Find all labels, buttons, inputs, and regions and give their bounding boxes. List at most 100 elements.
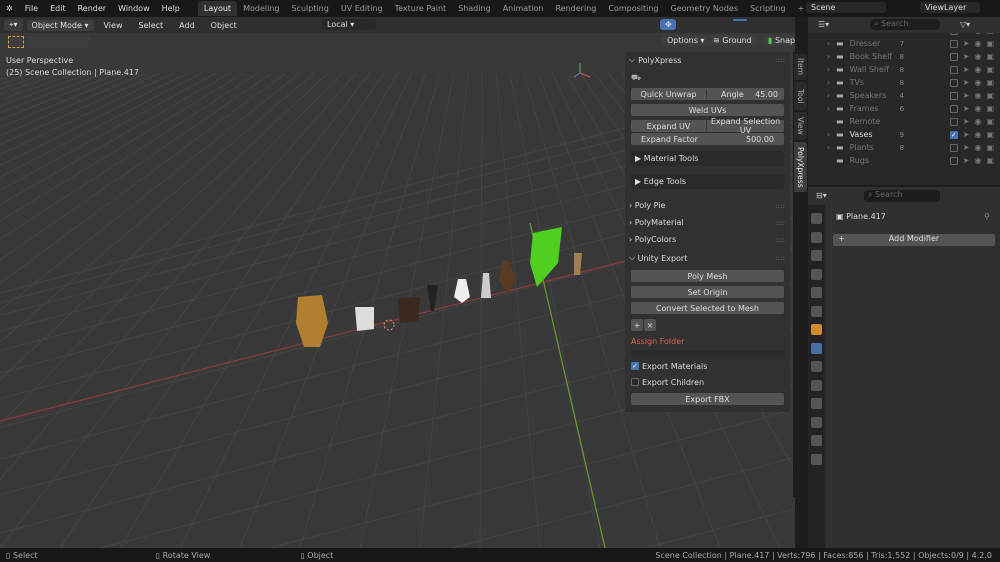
select-toggle-icon[interactable]: ➤: [963, 65, 970, 74]
exclude-checkbox[interactable]: [949, 52, 958, 61]
outliner-row[interactable]: › ▬ Plants 8 ➤ ◉ ▣: [808, 141, 1000, 154]
select-toggle-icon[interactable]: ➤: [963, 117, 970, 126]
exclude-checkbox[interactable]: [949, 78, 958, 87]
polyxpress-header[interactable]: ⌵ PolyXpress::::: [629, 55, 785, 65]
render-tab-icon[interactable]: [811, 231, 822, 243]
outliner-row[interactable]: › ▬ Frames 6 ➤ ◉ ▣: [808, 102, 1000, 115]
select-toggle-icon[interactable]: ➤: [963, 156, 970, 165]
modifier-tab-icon[interactable]: [811, 342, 822, 354]
remove-icon[interactable]: ×: [644, 319, 656, 331]
output-tab-icon[interactable]: [811, 250, 822, 261]
eye-icon[interactable]: ◉: [974, 91, 981, 100]
mode-dropdown[interactable]: Object Mode ▾: [26, 19, 94, 31]
menu-help[interactable]: Help: [156, 4, 186, 13]
add-modifier-button[interactable]: + Add Modifier: [833, 234, 995, 246]
select-toggle-icon[interactable]: ➤: [963, 143, 970, 152]
exclude-checkbox[interactable]: [949, 39, 958, 48]
exclude-checkbox[interactable]: [949, 156, 958, 165]
properties-search-input[interactable]: ⌕ Search: [864, 190, 940, 202]
tab-tool[interactable]: Tool: [794, 82, 807, 110]
world-tab-icon[interactable]: [811, 305, 822, 317]
pin-icon[interactable]: ⚲: [984, 212, 990, 221]
expand-arrow-icon[interactable]: ›: [808, 130, 830, 139]
axis-gizmo[interactable]: [573, 63, 591, 78]
camera-icon[interactable]: ▣: [986, 52, 994, 61]
eye-icon[interactable]: ◉: [974, 130, 981, 139]
select-toggle-icon[interactable]: ➤: [963, 52, 970, 61]
eye-icon[interactable]: ◉: [974, 117, 981, 126]
outliner-row[interactable]: › ▬ Dresser 7 ➤ ◉ ▣: [808, 37, 1000, 50]
tab-uv-editing[interactable]: UV Editing: [335, 1, 389, 16]
eye-icon[interactable]: ◉: [974, 65, 981, 74]
filter-icon[interactable]: ▽▾: [960, 20, 970, 29]
data-tab-icon[interactable]: [811, 416, 822, 428]
tab-modeling[interactable]: Modeling: [237, 1, 285, 16]
menu-view[interactable]: View: [98, 21, 129, 30]
expand-arrow-icon[interactable]: ›: [808, 143, 830, 152]
exclude-checkbox[interactable]: ✓: [949, 130, 958, 139]
exclude-checkbox[interactable]: [949, 104, 958, 113]
weld-uvs-button[interactable]: Weld UVs: [631, 104, 784, 116]
outliner-search-input[interactable]: ⌕ Search: [870, 19, 940, 30]
expand-arrow-icon[interactable]: ›: [808, 78, 830, 87]
camera-icon[interactable]: ▣: [986, 78, 994, 87]
ground-button[interactable]: ≋ Ground: [708, 35, 757, 46]
select-toggle-icon[interactable]: ➤: [963, 78, 970, 87]
export-materials-checkbox[interactable]: ✓ Export Materials: [631, 362, 707, 371]
menu-edit[interactable]: Edit: [44, 4, 72, 13]
add-icon[interactable]: +: [631, 319, 643, 331]
exclude-checkbox[interactable]: [949, 143, 958, 152]
material-tools-subpanel[interactable]: ▶ Material Tools: [631, 151, 784, 166]
tab-rendering[interactable]: Rendering: [549, 1, 602, 16]
expand-factor-field[interactable]: Expand Factor 500.00: [631, 133, 784, 145]
eye-icon[interactable]: ◉: [974, 156, 981, 165]
select-toggle-icon[interactable]: ➤: [963, 91, 970, 100]
exclude-checkbox[interactable]: [949, 65, 958, 74]
options-dropdown[interactable]: Options ▾: [662, 35, 710, 46]
shading-solid-icon[interactable]: [733, 19, 747, 21]
physics-tab-icon[interactable]: [811, 379, 822, 391]
tab-texture-paint[interactable]: Texture Paint: [389, 1, 453, 16]
camera-icon[interactable]: ▣: [986, 91, 994, 100]
particles-tab-icon[interactable]: [811, 361, 822, 372]
unity-export-header[interactable]: ⌵ Unity Export::::: [629, 253, 785, 263]
camera-icon[interactable]: ▣: [986, 156, 994, 165]
texture-tab-icon[interactable]: [811, 453, 822, 465]
folder-path-field[interactable]: [631, 350, 784, 356]
selection-mode-buttons[interactable]: [28, 36, 90, 48]
editor-type-icon[interactable]: ⊟▾: [816, 191, 827, 200]
scene-tab-icon[interactable]: [811, 287, 822, 298]
select-toggle-icon[interactable]: ➤: [963, 130, 970, 139]
tab-item[interactable]: Item: [794, 54, 807, 80]
select-toggle-icon[interactable]: ➤: [963, 39, 970, 48]
eye-icon[interactable]: ◉: [974, 143, 981, 152]
outliner-row[interactable]: › ▬ Book Shelf 8 ➤ ◉ ▣: [808, 50, 1000, 63]
exclude-checkbox[interactable]: [949, 91, 958, 100]
camera-icon[interactable]: ▣: [986, 39, 994, 48]
tool-tab-icon[interactable]: [811, 213, 822, 224]
menu-add[interactable]: Add: [173, 21, 201, 30]
camera-icon[interactable]: ▣: [986, 143, 994, 152]
export-fbx-button[interactable]: Export FBX: [631, 393, 784, 405]
view-layer-selector[interactable]: ViewLayer: [920, 2, 980, 13]
outliner-row[interactable]: ▬ Remote ➤ ◉ ▣: [808, 115, 1000, 128]
edge-tools-subpanel[interactable]: ▶ Edge Tools: [631, 174, 784, 189]
tab-polyxpress[interactable]: PolyXpress: [794, 142, 807, 192]
tab-compositing[interactable]: Compositing: [602, 1, 664, 16]
poly-colors-header[interactable]: › PolyColors::::: [629, 235, 785, 244]
menu-object[interactable]: Object: [205, 21, 243, 30]
menu-select[interactable]: Select: [132, 21, 169, 30]
set-origin-button[interactable]: Set Origin: [631, 286, 784, 298]
eye-icon[interactable]: ◉: [974, 39, 981, 48]
editor-type-button[interactable]: ⌖▾: [4, 19, 23, 31]
object-tab-icon[interactable]: [811, 324, 822, 335]
expand-arrow-icon[interactable]: ›: [808, 39, 830, 48]
outliner-row[interactable]: › ▬ TVs 8 ➤ ◉ ▣: [808, 76, 1000, 89]
eye-icon[interactable]: ◉: [974, 78, 981, 87]
select-toggle-icon[interactable]: ➤: [963, 104, 970, 113]
material-tab-icon[interactable]: [811, 435, 822, 446]
eye-icon[interactable]: ◉: [974, 104, 981, 113]
display-mode-icon[interactable]: ☰▾: [818, 20, 829, 29]
convert-selected-button[interactable]: Convert Selected to Mesh: [631, 302, 784, 314]
blender-logo-icon[interactable]: ✲: [0, 4, 19, 13]
